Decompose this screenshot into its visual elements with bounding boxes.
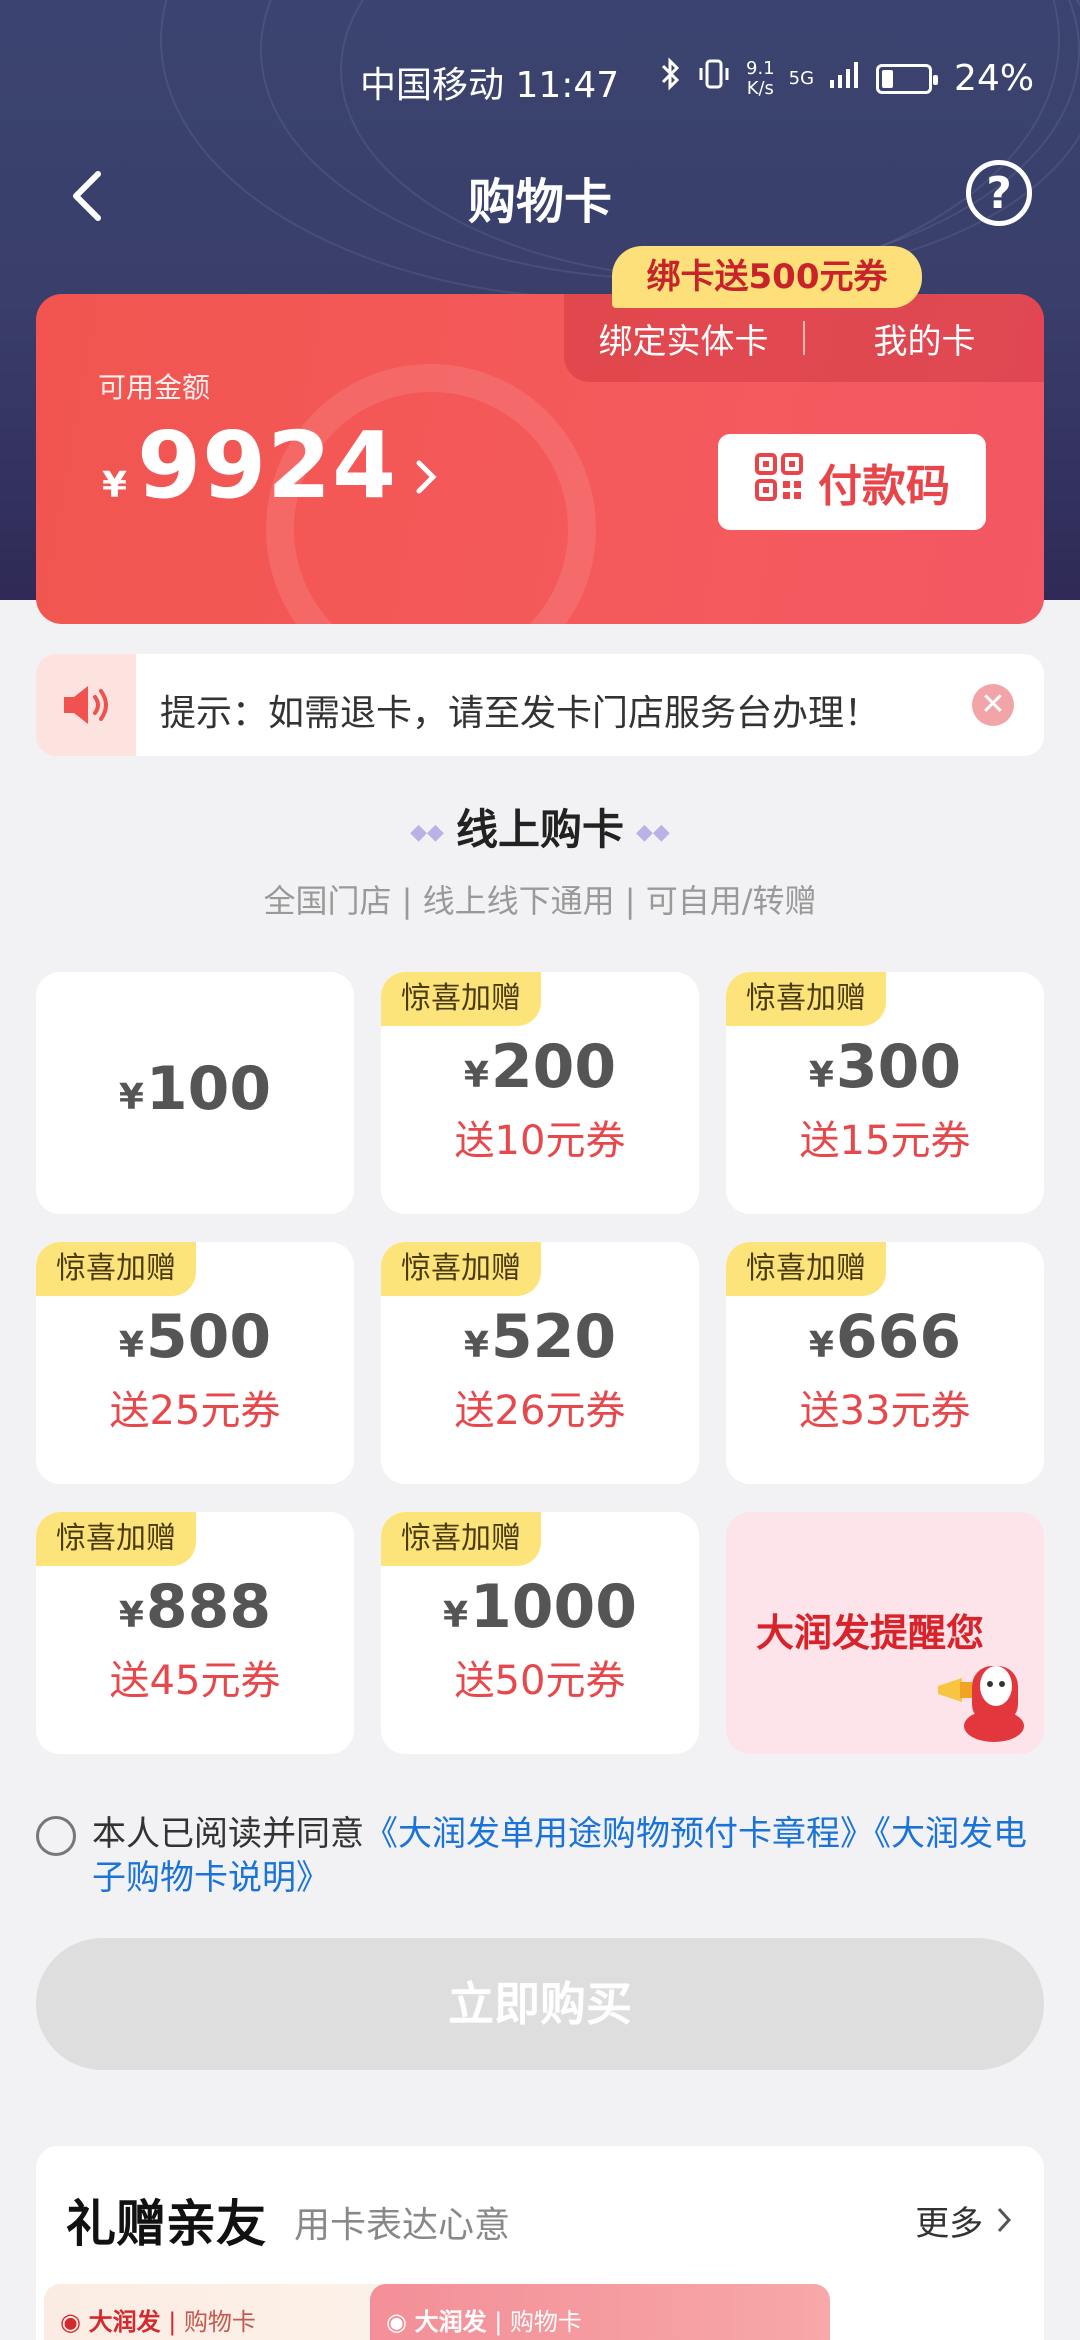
section-title-text: 线上购卡 (455, 805, 624, 854)
gift-section-title: 礼赠亲友 (66, 2195, 266, 2253)
status-bar: 中国移动 11:47 9.1 K/s 5G 24% (0, 50, 1080, 110)
bonus-badge: 惊喜加赠 (36, 1242, 196, 1296)
amount-tile-200[interactable]: 惊喜加赠 ¥200 送10元券 (381, 972, 699, 1214)
amount-tile-1000[interactable]: 惊喜加赠 ¥1000 送50元券 (381, 1512, 699, 1754)
vibrate-icon (696, 56, 732, 101)
pay-code-button[interactable]: 付款码 (718, 434, 986, 530)
chevron-right-icon (413, 454, 441, 508)
bonus-badge: 惊喜加赠 (726, 1242, 886, 1296)
signal-icon (828, 58, 862, 99)
balance-amount[interactable]: ¥ 9924 (102, 412, 441, 519)
bluetooth-icon (660, 56, 682, 101)
brand-logo-icon: ◉ (386, 2308, 407, 2336)
bonus-badge: 惊喜加赠 (726, 972, 886, 1026)
bonus-badge: 惊喜加赠 (381, 972, 541, 1026)
available-amount-label: 可用金额 (98, 371, 211, 404)
battery-level (882, 69, 893, 88)
gift-card-label: ◉ 大润发 | 购物卡 (60, 2308, 256, 2336)
battery-icon (876, 63, 939, 94)
tile-price: ¥1000 (442, 1572, 638, 1642)
tile-price: ¥666 (808, 1302, 962, 1372)
amount-tile-666[interactable]: 惊喜加赠 ¥666 送33元券 (726, 1242, 1044, 1484)
network-type: 5G (788, 67, 815, 89)
speaker-icon (36, 654, 136, 756)
tile-price: ¥300 (808, 1032, 962, 1102)
tile-gift: 送10元券 (454, 1118, 626, 1164)
more-label: 更多 (915, 2204, 984, 2244)
tile-price: ¥100 (118, 1054, 272, 1124)
tile-gift: 送15元券 (799, 1118, 971, 1164)
tile-gift: 送33元券 (799, 1388, 971, 1434)
buy-now-button[interactable]: 立即购买 (36, 1938, 1044, 2070)
nav-bar: 购物卡 ? (0, 150, 1080, 240)
notice-text: 提示：如需退卡，请至发卡门店服务台办理！ (160, 693, 881, 734)
agreement: 本人已阅读并同意《大润发单用途购物预付卡章程》《大润发电子购物卡说明》 (36, 1812, 1046, 1900)
prepaid-card-rules-link[interactable]: 《大润发单用途购物预付卡章程》 (364, 1814, 874, 1854)
more-link[interactable]: 更多 (915, 2196, 1014, 2245)
bind-card-promo-tag[interactable]: 绑卡送500元券 (612, 246, 922, 308)
bonus-badge: 惊喜加赠 (381, 1512, 541, 1566)
bind-physical-card-button[interactable]: 绑定实体卡 (564, 314, 803, 363)
tile-gift: 送45元券 (109, 1658, 281, 1704)
online-purchase-title: ◆◆ 线上购卡 ◆◆ (0, 796, 1080, 857)
notice-bar: 提示：如需退卡，请至发卡门店服务台办理！ ✕ (36, 654, 1044, 756)
my-cards-button[interactable]: 我的卡 (805, 314, 1044, 363)
online-purchase-subtitle: 全国门店 | 线上线下通用 | 可自用/转赠 (263, 882, 817, 920)
tile-price: ¥500 (118, 1302, 272, 1372)
decorative-dots-icon: ◆◆ (410, 820, 444, 845)
decorative-dots-icon: ◆◆ (636, 820, 670, 845)
help-button[interactable]: ? (966, 160, 1032, 226)
close-icon[interactable]: ✕ (972, 684, 1014, 726)
qr-code-icon (754, 452, 804, 513)
amount-tile-520[interactable]: 惊喜加赠 ¥520 送26元券 (381, 1242, 699, 1484)
chevron-right-icon (994, 2204, 1014, 2244)
bonus-badge: 惊喜加赠 (36, 1512, 196, 1566)
tile-price: ¥520 (463, 1302, 617, 1372)
carrier-time: 中国移动 11:47 (360, 65, 620, 106)
status-icons: 9.1 K/s 5G 24% (660, 56, 1034, 101)
agreement-text: 本人已阅读并同意《大润发单用途购物预付卡章程》《大润发电子购物卡说明》 (36, 1812, 1046, 1900)
tile-gift: 送50元券 (454, 1658, 626, 1704)
amount-tile-888[interactable]: 惊喜加赠 ¥888 送45元券 (36, 1512, 354, 1754)
gift-section-subtitle: 用卡表达心意 (294, 2205, 511, 2246)
brand-logo-icon: ◉ (60, 2308, 81, 2336)
mascot-megaphone-icon (932, 1646, 1032, 1746)
page-title: 购物卡 (467, 174, 612, 230)
gift-friends-section: 礼赠亲友 用卡表达心意 更多 ◉ 大润发 | 购物卡 ◉ 大润发 | 购物卡 (36, 2146, 1044, 2340)
amount-tile-100[interactable]: ¥100 (36, 972, 354, 1214)
balance-value: 9924 (137, 412, 398, 519)
pay-code-label: 付款码 (818, 461, 950, 512)
network-speed: 9.1 K/s (746, 57, 775, 99)
tile-gift: 送25元券 (109, 1388, 281, 1434)
agreement-checkbox[interactable] (36, 1816, 76, 1856)
bonus-badge: 惊喜加赠 (381, 1242, 541, 1296)
amount-tile-500[interactable]: 惊喜加赠 ¥500 送25元券 (36, 1242, 354, 1484)
agreement-prefix: 本人已阅读并同意 (92, 1814, 364, 1854)
tile-price: ¥888 (118, 1572, 272, 1642)
reminder-tile[interactable]: 大润发提醒您 (726, 1512, 1044, 1754)
question-icon: ? (986, 167, 1012, 219)
tile-gift: 送26元券 (454, 1388, 626, 1434)
balance-card: 绑定实体卡 我的卡 可用金额 ¥ 9924 付款码 (36, 294, 1044, 624)
currency-symbol: ¥ (102, 465, 128, 506)
battery-percent: 24% (954, 58, 1035, 99)
amount-tile-300[interactable]: 惊喜加赠 ¥300 送15元券 (726, 972, 1044, 1214)
gift-card-design[interactable]: ◉ 大润发 | 购物卡 (370, 2284, 830, 2340)
gift-card-label: ◉ 大润发 | 购物卡 (386, 2308, 582, 2336)
tile-price: ¥200 (463, 1032, 617, 1102)
